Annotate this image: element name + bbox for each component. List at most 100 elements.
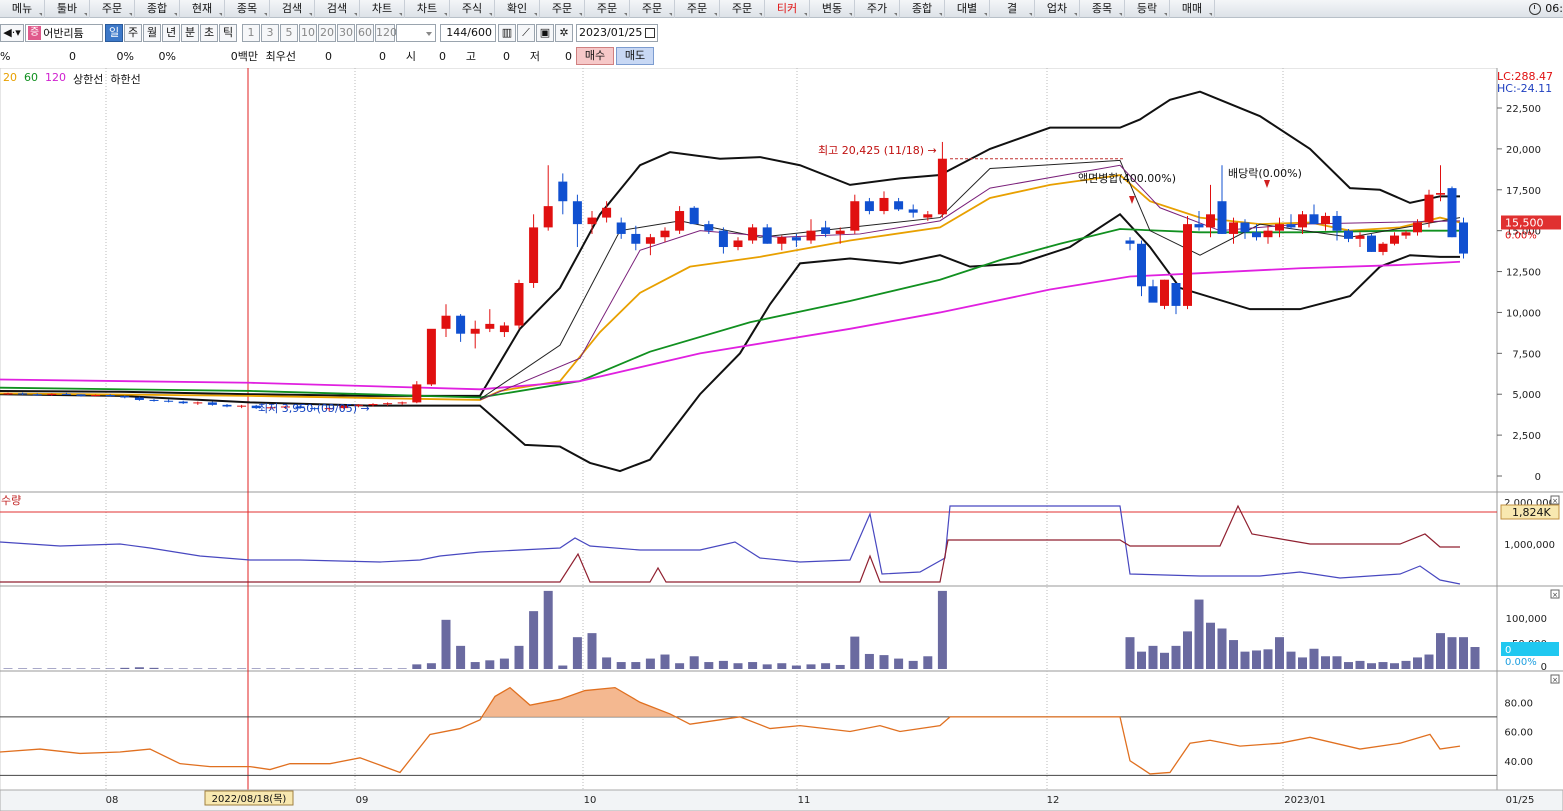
candle-body-94	[1459, 222, 1468, 254]
menu-item-7[interactable]: 검색	[315, 0, 360, 18]
menu-item-26[interactable]: 매매	[1170, 0, 1215, 18]
menu-item-1[interactable]: 툴바	[45, 0, 90, 18]
interval-button-1[interactable]: 3	[261, 24, 279, 42]
candle-body-26	[383, 403, 393, 405]
menu-item-8[interactable]: 차트	[360, 0, 405, 18]
candle-body-12	[178, 401, 188, 404]
volume-bar-86	[1367, 663, 1376, 669]
volume-bar-76	[1252, 650, 1261, 669]
period-button-5[interactable]: 초	[200, 24, 218, 42]
period-button-2[interactable]: 월	[143, 24, 161, 42]
price-tick-2: 17,500	[1506, 186, 1541, 197]
candle-body-47	[689, 207, 699, 225]
menu-item-17[interactable]: 티커	[765, 0, 810, 18]
volume-bar-80	[1298, 657, 1307, 669]
current-price-pct: 0.00%	[1505, 230, 1537, 241]
candle-body-57	[835, 230, 845, 234]
menu-item-3[interactable]: 종합	[135, 0, 180, 18]
gear-icon[interactable]: ✲	[555, 24, 573, 42]
menu-item-5[interactable]: 종목	[225, 0, 270, 18]
ma10-line	[479, 164, 1461, 401]
candle-body-72	[1206, 214, 1215, 228]
interval-button-5[interactable]: 30	[337, 24, 355, 42]
interval-button-0[interactable]: 1	[242, 24, 260, 42]
volume-bar-21	[310, 668, 320, 669]
period-button-1[interactable]: 주	[124, 24, 142, 42]
interval-button-4[interactable]: 20	[318, 24, 336, 42]
volume-bar-1	[18, 668, 28, 669]
menu-item-0[interactable]: 메뉴	[0, 0, 45, 18]
candle-body-56	[821, 227, 831, 234]
period-button-6[interactable]: 틱	[219, 24, 237, 42]
menu-item-15[interactable]: 주문	[675, 0, 720, 18]
speaker-icon[interactable]: ◀·▾	[0, 24, 24, 42]
volume-tick-2: 0	[1541, 662, 1547, 673]
interval-button-7[interactable]: 120	[375, 24, 397, 42]
volume-bar-20	[295, 668, 305, 669]
period-button-4[interactable]: 분	[181, 24, 199, 42]
best-quote-label: 최우선	[265, 50, 296, 63]
menu-item-19[interactable]: 주가	[855, 0, 900, 18]
stock-selector[interactable]: 증 어반리튬	[25, 24, 103, 42]
menu-item-12[interactable]: 주문	[540, 0, 585, 18]
volume-value: 0	[69, 49, 76, 63]
menu-item-4[interactable]: 현재	[180, 0, 225, 18]
volume-bar-10	[149, 667, 159, 669]
volume-bar-0	[3, 668, 13, 669]
candle-count-input[interactable]: 144/600	[440, 24, 496, 42]
candle-body-38	[558, 181, 568, 202]
volume-bar-15	[222, 668, 232, 669]
menu-item-22[interactable]: 결	[990, 0, 1035, 18]
x-tick-0: 08	[106, 795, 119, 806]
menu-item-9[interactable]: 차트	[405, 0, 450, 18]
buy-button[interactable]: 매수	[576, 47, 614, 65]
period-button-3[interactable]: 년	[162, 24, 180, 42]
split-arrow-icon	[1129, 196, 1135, 204]
menu-item-13[interactable]: 주문	[585, 0, 630, 18]
volume-bar-35	[514, 645, 524, 669]
candle-body-61	[894, 201, 904, 210]
candle-body-68	[1160, 279, 1169, 306]
candle-body-50	[733, 240, 743, 248]
calendar-icon[interactable]	[645, 28, 655, 38]
volume-bar-32	[470, 662, 480, 669]
volume-bar-17	[251, 668, 261, 669]
volume-bar-2	[32, 668, 42, 669]
chart-tool-icon[interactable]: ⟋	[517, 24, 535, 42]
volume-bar-75	[1240, 651, 1250, 669]
interval-button-2[interactable]: 5	[280, 24, 298, 42]
menu-item-24[interactable]: 종목	[1080, 0, 1125, 18]
menu-item-14[interactable]: 주문	[630, 0, 675, 18]
save-icon[interactable]: ▣	[536, 24, 554, 42]
menu-item-16[interactable]: 주문	[720, 0, 765, 18]
menu-item-21[interactable]: 대별	[945, 0, 990, 18]
menu-item-18[interactable]: 변동	[810, 0, 855, 18]
menu-item-25[interactable]: 등락	[1125, 0, 1170, 18]
volume-bar-56	[821, 663, 831, 669]
pct-value-3: 0%	[158, 49, 176, 63]
candle-body-37	[543, 206, 553, 228]
menu-item-2[interactable]: 주문	[90, 0, 135, 18]
interval-button-6[interactable]: 60	[356, 24, 374, 42]
menu-item-6[interactable]: 검색	[270, 0, 315, 18]
price-tick-1: 20,000	[1506, 145, 1541, 156]
candle-body-74	[1229, 222, 1238, 234]
sell-button[interactable]: 매도	[616, 47, 654, 65]
volume-bar-87	[1378, 662, 1388, 669]
osc-tick-2: 40.00	[1504, 757, 1533, 768]
candle-body-84	[1344, 230, 1353, 239]
volume-bar-78	[1275, 637, 1284, 669]
volume-bar-92	[1436, 633, 1445, 669]
menu-item-10[interactable]: 주식	[450, 0, 495, 18]
chart-settings-icon[interactable]: ▥	[498, 24, 516, 42]
menu-item-11[interactable]: 확인	[495, 0, 540, 18]
volume-bar-14	[207, 668, 217, 669]
price-chart[interactable]: 22,50020,00017,50015,00012,50010,0007,50…	[0, 68, 1563, 811]
menu-item-20[interactable]: 종합	[900, 0, 945, 18]
date-input[interactable]: 2023/01/25	[576, 24, 658, 42]
interval-combo[interactable]	[396, 24, 436, 42]
menu-item-23[interactable]: 업차	[1035, 0, 1080, 18]
high-label: 고	[465, 50, 476, 63]
period-button-0[interactable]: 일	[105, 24, 123, 42]
interval-button-3[interactable]: 10	[299, 24, 317, 42]
